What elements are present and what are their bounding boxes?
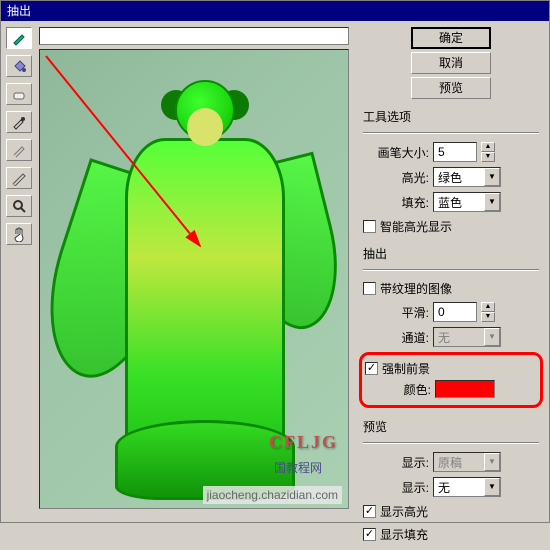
chevron-down-icon: ▼ bbox=[484, 453, 500, 471]
checkbox-icon bbox=[363, 220, 376, 233]
show-value: 原稿 bbox=[438, 454, 462, 471]
fill-row: 填充: 蓝色 ▼ bbox=[363, 191, 539, 213]
eraser-icon bbox=[11, 86, 27, 102]
magnifier-icon bbox=[11, 198, 27, 214]
section-extract: 抽出 bbox=[363, 245, 539, 262]
checkbox-icon: ✓ bbox=[365, 362, 378, 375]
watermark-logo-top: 国教程网 bbox=[274, 459, 322, 476]
fill-combo[interactable]: 蓝色 ▼ bbox=[433, 192, 501, 212]
divider bbox=[363, 442, 539, 444]
fill-label: 填充: bbox=[363, 194, 429, 211]
display-value: 无 bbox=[438, 479, 450, 496]
touchup-icon bbox=[11, 170, 27, 186]
bucket-icon bbox=[11, 58, 27, 74]
options-panel: 确定 取消 预览 工具选项 画笔大小: 5 ▲▼ 高光: 绿色 ▼ 填充: 蓝 bbox=[357, 21, 549, 550]
cleanup-icon bbox=[11, 142, 27, 158]
tool-column bbox=[1, 21, 37, 550]
checkbox-icon: ✓ bbox=[363, 505, 376, 518]
preview-button[interactable]: 预览 bbox=[411, 77, 491, 99]
smooth-row: 平滑: 0 ▲▼ bbox=[363, 301, 539, 323]
show-row: 显示: 原稿 ▼ bbox=[363, 451, 539, 473]
cancel-button[interactable]: 取消 bbox=[411, 52, 491, 74]
watermark-cfljg: CFLJG bbox=[269, 432, 338, 453]
canvas-area: CFLJG 国教程网 jiaocheng.chazidian.com bbox=[37, 21, 357, 550]
ok-button[interactable]: 确定 bbox=[411, 27, 491, 49]
display-row: 显示: 无 ▼ bbox=[363, 476, 539, 498]
brush-size-spinner[interactable]: ▲▼ bbox=[481, 142, 495, 162]
brush-size-label: 画笔大小: bbox=[363, 144, 429, 161]
highlight-row: 高光: 绿色 ▼ bbox=[363, 166, 539, 188]
color-swatch[interactable] bbox=[435, 380, 495, 398]
annotation-highlight: ✓ 强制前景 颜色: bbox=[359, 352, 543, 408]
channel-value: 无 bbox=[438, 329, 450, 346]
zoom-tool[interactable] bbox=[6, 195, 32, 217]
hand-tool[interactable] bbox=[6, 223, 32, 245]
force-foreground-checkbox[interactable]: ✓ 强制前景 bbox=[365, 358, 534, 378]
eyedropper-icon bbox=[11, 114, 27, 130]
chevron-down-icon: ▼ bbox=[484, 168, 500, 186]
brush-size-row: 画笔大小: 5 ▲▼ bbox=[363, 141, 539, 163]
watermark-url: jiaocheng.chazidian.com bbox=[203, 486, 342, 504]
fill-value: 蓝色 bbox=[438, 194, 462, 211]
smart-highlight-checkbox[interactable]: 智能高光显示 bbox=[363, 216, 539, 236]
highlight-label: 高光: bbox=[363, 169, 429, 186]
highlighter-icon bbox=[11, 30, 27, 46]
channel-row: 通道: 无 ▼ bbox=[363, 326, 539, 348]
edge-touchup-tool[interactable] bbox=[6, 167, 32, 189]
hand-icon bbox=[11, 226, 27, 242]
highlight-value: 绿色 bbox=[438, 169, 462, 186]
highlight-combo[interactable]: 绿色 ▼ bbox=[433, 167, 501, 187]
divider bbox=[363, 269, 539, 271]
fill-tool[interactable] bbox=[6, 55, 32, 77]
display-label: 显示: bbox=[363, 479, 429, 496]
smart-highlight-label: 智能高光显示 bbox=[380, 218, 452, 235]
color-label: 颜色: bbox=[365, 381, 431, 398]
color-row: 颜色: bbox=[365, 378, 534, 400]
show-fill-label: 显示填充 bbox=[380, 526, 428, 543]
show-highlight-checkbox[interactable]: ✓ 显示高光 bbox=[363, 501, 539, 521]
dialog-body: CFLJG 国教程网 jiaocheng.chazidian.com 确定 取消… bbox=[1, 21, 549, 550]
section-tool-options: 工具选项 bbox=[363, 108, 539, 125]
divider bbox=[363, 132, 539, 134]
show-highlight-label: 显示高光 bbox=[380, 503, 428, 520]
smooth-label: 平滑: bbox=[363, 304, 429, 321]
display-combo[interactable]: 无 ▼ bbox=[433, 477, 501, 497]
force-foreground-label: 强制前景 bbox=[382, 360, 430, 377]
textured-label: 带纹理的图像 bbox=[380, 280, 452, 297]
checkbox-icon bbox=[363, 282, 376, 295]
canvas-scroll-frame bbox=[39, 27, 349, 45]
eraser-tool[interactable] bbox=[6, 83, 32, 105]
channel-combo: 无 ▼ bbox=[433, 327, 501, 347]
preview-canvas[interactable]: CFLJG 国教程网 jiaocheng.chazidian.com bbox=[39, 49, 349, 509]
section-preview: 预览 bbox=[363, 418, 539, 435]
eyedropper-tool[interactable] bbox=[6, 111, 32, 133]
chevron-down-icon: ▼ bbox=[484, 193, 500, 211]
titlebar: 抽出 bbox=[1, 1, 549, 21]
checkbox-icon: ✓ bbox=[363, 528, 376, 541]
extract-dialog: 抽出 bbox=[0, 0, 550, 523]
edge-highlighter-tool[interactable] bbox=[6, 27, 32, 49]
show-label: 显示: bbox=[363, 454, 429, 471]
chevron-down-icon: ▼ bbox=[484, 328, 500, 346]
channel-label: 通道: bbox=[363, 329, 429, 346]
show-combo: 原稿 ▼ bbox=[433, 452, 501, 472]
chevron-down-icon: ▼ bbox=[484, 478, 500, 496]
smooth-input[interactable]: 0 bbox=[433, 302, 477, 322]
smooth-spinner[interactable]: ▲▼ bbox=[481, 302, 495, 322]
textured-checkbox[interactable]: 带纹理的图像 bbox=[363, 278, 539, 298]
show-fill-checkbox[interactable]: ✓ 显示填充 bbox=[363, 524, 539, 544]
brush-size-input[interactable]: 5 bbox=[433, 142, 477, 162]
cleanup-tool[interactable] bbox=[6, 139, 32, 161]
